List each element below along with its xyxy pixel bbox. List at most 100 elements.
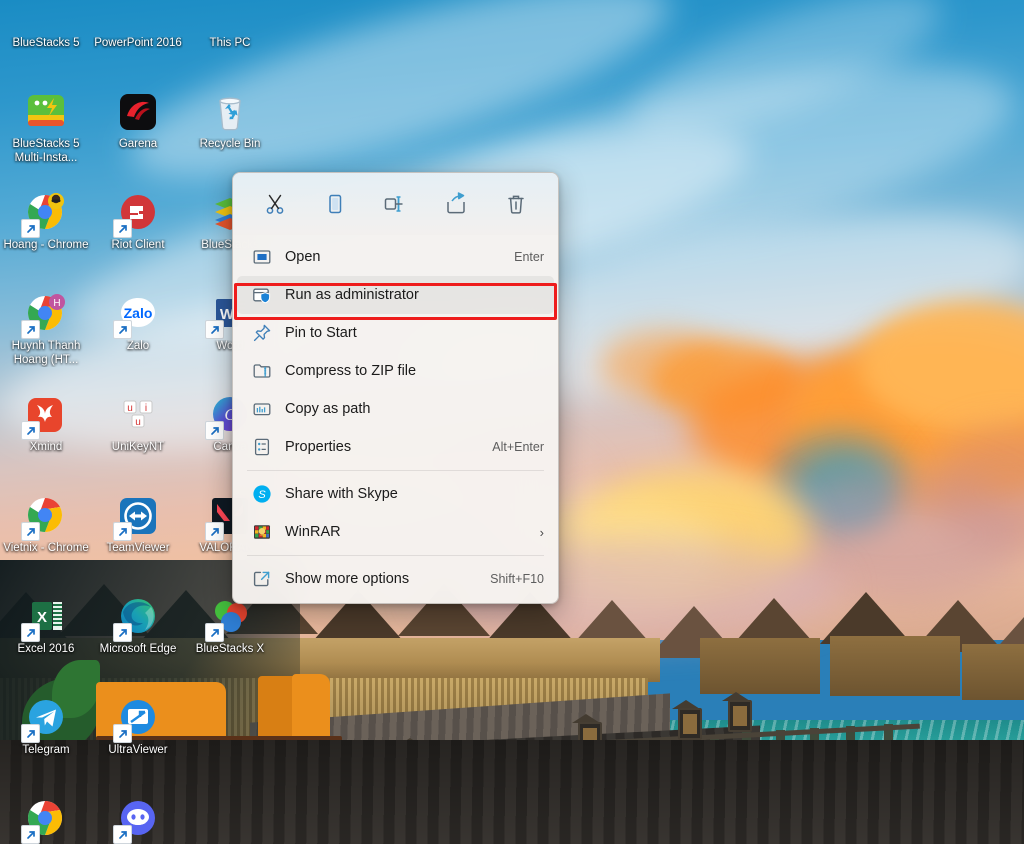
teamviewer-icon bbox=[113, 493, 161, 541]
svg-text:H: H bbox=[53, 298, 60, 309]
shield-window-icon bbox=[251, 284, 273, 306]
desktop-icon-unikeynt[interactable]: u i u UniKeyNT bbox=[92, 386, 184, 487]
menu-item-winrar[interactable]: WinRAR › bbox=[237, 513, 554, 551]
menu-item-properties[interactable]: Properties Alt+Enter bbox=[237, 428, 554, 466]
rename-icon[interactable] bbox=[374, 184, 416, 224]
desktop-icon-zalo[interactable]: Zalo Zalo bbox=[92, 285, 184, 386]
menu-item-accelerator: Shift+F10 bbox=[490, 572, 544, 586]
copy-icon[interactable] bbox=[314, 184, 356, 224]
show-more-icon bbox=[251, 568, 273, 590]
open-icon bbox=[251, 246, 273, 268]
menu-item-label: Pin to Start bbox=[285, 325, 357, 341]
svg-text:Zalo: Zalo bbox=[124, 305, 153, 321]
chevron-right-icon: › bbox=[539, 524, 544, 540]
unikey-icon: u i u bbox=[115, 392, 161, 438]
copy-path-icon bbox=[251, 398, 273, 420]
desktop-icon-hoang-chrome[interactable]: Hoang - Chrome bbox=[0, 184, 92, 285]
menu-separator bbox=[247, 555, 544, 556]
desktop-icon-bluestacks-multi-instance[interactable]: BlueStacks 5 Multi-Insta... bbox=[0, 83, 92, 184]
file-context-menu: Open Enter Run as administrator Pin to S… bbox=[232, 172, 559, 604]
desktop-icon-label: This PC bbox=[209, 37, 251, 49]
share-icon[interactable] bbox=[435, 184, 477, 224]
menu-item-label: Open bbox=[285, 249, 321, 265]
desktop-icon-ultraviewer[interactable]: UltraViewer bbox=[92, 689, 184, 790]
discord-icon bbox=[113, 796, 161, 844]
desktop-icon-recycle-bin[interactable]: Recycle Bin bbox=[184, 83, 276, 184]
desktop-icon-excel-2016[interactable]: X Excel 2016 bbox=[0, 588, 92, 689]
shortcut-arrow-icon bbox=[113, 825, 132, 844]
shortcut-arrow-icon bbox=[21, 623, 40, 642]
menu-item-run-as-administrator[interactable]: Run as administrator bbox=[237, 276, 554, 314]
menu-item-label: WinRAR bbox=[285, 524, 341, 540]
lounge-chair bbox=[292, 674, 330, 738]
desktop-icon-huynh-thanh-hoang[interactable]: H Huynh Thanh Hoang (HT... bbox=[0, 285, 92, 386]
shortcut-arrow-icon bbox=[113, 623, 132, 642]
shortcut-arrow-icon bbox=[113, 320, 132, 339]
desktop-icon-label: Huynh Thanh Hoang (HT... bbox=[11, 340, 81, 366]
shortcut-arrow-icon bbox=[205, 522, 224, 541]
telegram-icon bbox=[21, 695, 69, 743]
shortcut-arrow-icon bbox=[21, 219, 40, 238]
desktop-icon-empty bbox=[184, 790, 276, 844]
menu-item-label: Show more options bbox=[285, 571, 410, 587]
desktop-icon-garena[interactable]: Garena bbox=[92, 83, 184, 184]
edge-icon bbox=[113, 594, 161, 642]
bungalow-body bbox=[830, 636, 960, 696]
menu-item-label: Run as administrator bbox=[285, 287, 419, 303]
desktop-icon-xmind[interactable]: Xmind bbox=[0, 386, 92, 487]
menu-item-copy-as-path[interactable]: Copy as path bbox=[237, 390, 554, 428]
properties-icon bbox=[251, 436, 273, 458]
menu-item-label: Copy as path bbox=[285, 401, 371, 417]
bungalow-body bbox=[962, 644, 1024, 700]
shortcut-arrow-icon bbox=[113, 724, 132, 743]
desktop-icon-label: Riot Client bbox=[111, 239, 165, 251]
svg-text:i: i bbox=[145, 403, 147, 414]
shortcut-arrow-icon bbox=[205, 320, 224, 339]
desktop-icon-discord[interactable]: Discord bbox=[92, 790, 184, 844]
svg-text:u: u bbox=[135, 417, 141, 428]
desktop-icon-riot-client[interactable]: Riot Client bbox=[92, 184, 184, 285]
empty-icon-slot bbox=[207, 796, 253, 842]
menu-item-show-more-options[interactable]: Show more options Shift+F10 bbox=[237, 560, 554, 598]
chrome-profile-icon bbox=[21, 190, 69, 238]
desktop-icon-powerpoint-2016[interactable]: PowerPoint 2016 bbox=[92, 0, 184, 83]
desktop-icon-this-pc[interactable]: This PC bbox=[184, 0, 276, 83]
desktop-icon-microsoft-edge[interactable]: Microsoft Edge bbox=[92, 588, 184, 689]
riot-client-icon bbox=[113, 190, 161, 238]
shortcut-arrow-icon bbox=[21, 825, 40, 844]
desktop-icon-label: Vietnix - Chrome bbox=[3, 542, 89, 554]
menu-item-share-with-skype[interactable]: S Share with Skype bbox=[237, 475, 554, 513]
desktop-icon-label: Excel 2016 bbox=[17, 643, 75, 655]
desktop-icon-telegram[interactable]: Telegram bbox=[0, 689, 92, 790]
desktop-icon-teamviewer[interactable]: TeamViewer bbox=[92, 487, 184, 588]
menu-item-label: Share with Skype bbox=[285, 486, 398, 502]
menu-item-label: Compress to ZIP file bbox=[285, 363, 417, 379]
desktop-icon-bluestacks-5[interactable]: BlueStacks 5 bbox=[0, 0, 92, 83]
chrome-profile-icon: H bbox=[21, 291, 69, 339]
desktop-icon-vietnix-chrome[interactable]: Vietnix - Chrome bbox=[0, 487, 92, 588]
menu-item-accelerator: Alt+Enter bbox=[492, 440, 544, 454]
shortcut-arrow-icon bbox=[21, 320, 40, 339]
desktop-icon-label: Hoang - Chrome bbox=[3, 239, 89, 251]
shortcut-arrow-icon bbox=[205, 623, 224, 642]
zip-folder-icon bbox=[251, 360, 273, 382]
desktop-icon-label: BlueStacks 5 Multi-Insta... bbox=[12, 138, 80, 164]
bungalow-body bbox=[700, 638, 820, 694]
chrome-icon bbox=[21, 493, 69, 541]
svg-text:u: u bbox=[127, 403, 133, 414]
context-menu-toolbar bbox=[233, 173, 558, 235]
excel-icon: X bbox=[21, 594, 69, 642]
xmind-icon bbox=[21, 392, 69, 440]
desktop-screen: BlueStacks 5 PowerPoint 2016 This PC Blu… bbox=[0, 0, 1024, 844]
shortcut-arrow-icon bbox=[205, 421, 224, 440]
menu-item-open[interactable]: Open Enter bbox=[237, 238, 554, 276]
desktop-icon-label: UniKeyNT bbox=[111, 441, 165, 453]
menu-item-compress-to-zip[interactable]: Compress to ZIP file bbox=[237, 352, 554, 390]
menu-item-pin-to-start[interactable]: Pin to Start bbox=[237, 314, 554, 352]
desktop-icon-label: Microsoft Edge bbox=[99, 643, 177, 655]
cut-icon[interactable] bbox=[254, 184, 296, 224]
delete-icon[interactable] bbox=[495, 184, 537, 224]
desktop-icon-google-chrome[interactable]: Google Chrome bbox=[0, 790, 92, 844]
desktop-icon-label: TeamViewer bbox=[106, 542, 170, 554]
desktop-icon-label: PowerPoint 2016 bbox=[94, 37, 182, 49]
